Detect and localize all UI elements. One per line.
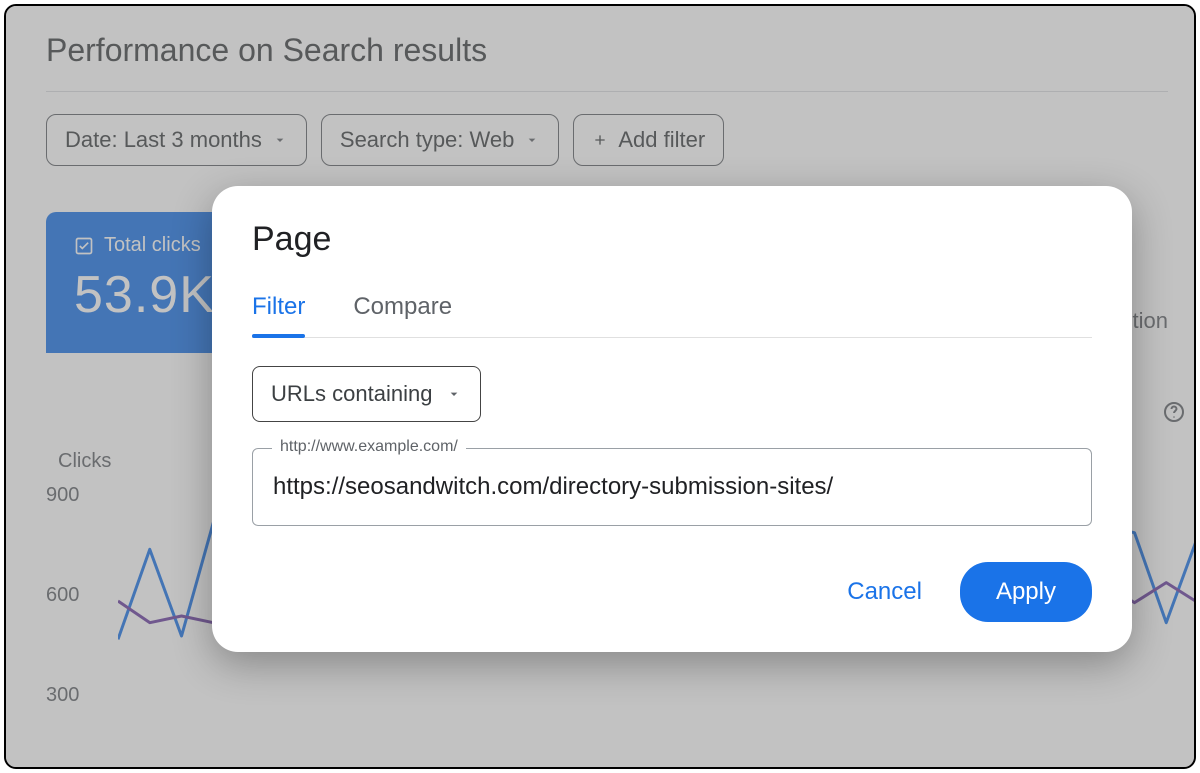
chart-title: Clicks — [58, 450, 111, 473]
search-type-filter-chip[interactable]: Search type: Web — [321, 114, 559, 166]
tab-filter[interactable]: Filter — [252, 293, 305, 337]
url-match-select[interactable]: URLs containing — [252, 366, 481, 422]
modal-actions: Cancel Apply — [252, 562, 1092, 622]
divider — [46, 91, 1168, 92]
url-field-wrap: http://www.example.com/ — [252, 448, 1092, 526]
cancel-button[interactable]: Cancel — [837, 566, 932, 618]
apply-button[interactable]: Apply — [960, 562, 1092, 622]
add-filter-button[interactable]: Add filter — [573, 114, 724, 166]
modal-tabs: Filter Compare — [252, 293, 1092, 338]
chip-label: Add filter — [618, 127, 705, 153]
page-filter-modal: Page Filter Compare URLs containing http… — [212, 186, 1132, 652]
url-input[interactable] — [252, 448, 1092, 526]
metric-right-partial-label: tion — [1133, 308, 1168, 334]
plus-icon — [592, 132, 608, 148]
chevron-down-icon — [272, 132, 288, 148]
url-field-label: http://www.example.com/ — [272, 438, 466, 456]
chip-label: Search type: Web — [340, 127, 514, 153]
select-label: URLs containing — [271, 381, 432, 407]
chip-label: Date: Last 3 months — [65, 127, 262, 153]
tab-compare[interactable]: Compare — [353, 293, 452, 337]
y-tick-600: 600 — [46, 584, 79, 607]
chevron-down-icon — [446, 386, 462, 402]
page-title: Performance on Search results — [46, 32, 1168, 69]
metric-label: Total clicks — [104, 234, 201, 257]
filters-row: Date: Last 3 months Search type: Web Add… — [46, 114, 1168, 166]
y-tick-900: 900 — [46, 484, 79, 507]
modal-title: Page — [252, 220, 1092, 259]
help-icon[interactable] — [1162, 400, 1186, 429]
date-filter-chip[interactable]: Date: Last 3 months — [46, 114, 307, 166]
checkbox-checked-icon — [74, 236, 94, 256]
y-tick-300: 300 — [46, 684, 79, 707]
chevron-down-icon — [524, 132, 540, 148]
